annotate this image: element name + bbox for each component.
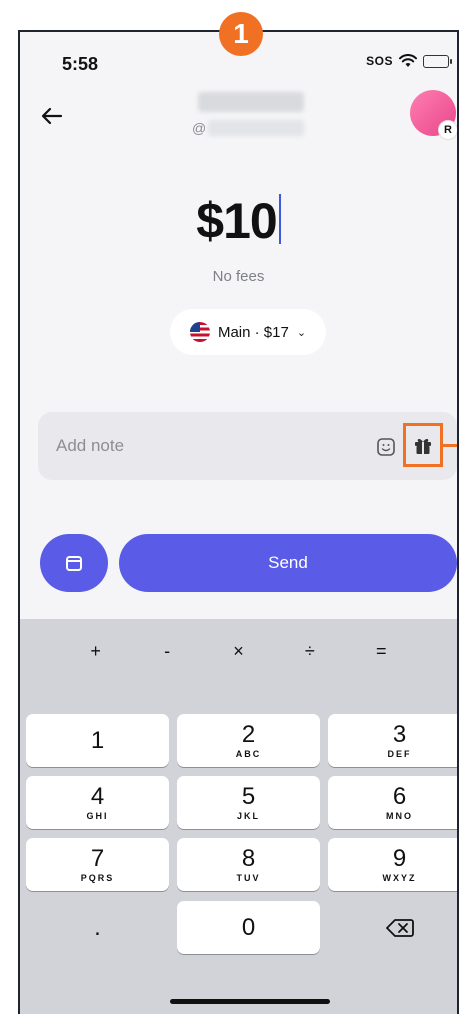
key-1[interactable]: 1 — [26, 714, 169, 767]
key-digit: 7 — [90, 845, 105, 872]
key-digit: 2 — [241, 721, 256, 748]
key-digit: 3 — [392, 721, 407, 748]
recipient-handle-prefix: @ — [192, 120, 207, 136]
key-letters: ABC — [235, 749, 262, 759]
key-letters: JKL — [236, 811, 260, 821]
home-indicator — [170, 999, 330, 1004]
us-flag-icon — [189, 322, 210, 342]
key-digit: 4 — [90, 783, 105, 810]
text-cursor — [278, 194, 281, 244]
calendar-icon — [66, 556, 82, 571]
key-2[interactable]: 2 ABC — [177, 714, 320, 767]
key-decimal[interactable]: . — [26, 901, 169, 954]
key-digit: 0 — [241, 913, 256, 941]
key-digit: 8 — [241, 845, 256, 872]
key-4[interactable]: 4 GHI — [26, 776, 169, 829]
send-button[interactable]: Send — [119, 534, 457, 592]
key-letters: PQRS — [80, 873, 115, 883]
key-3[interactable]: 3 DEF — [328, 714, 457, 767]
recipient-handle-redacted — [208, 120, 304, 136]
step-badge: 1 — [219, 12, 263, 56]
avatar-badge: R — [438, 120, 457, 140]
chevron-down-icon: ⌄ — [296, 326, 307, 339]
key-9[interactable]: 9 WXYZ — [328, 838, 457, 891]
phone-screen: 5:58 SOS @ R $10 No fees Main · $17 ⌄ Ad… — [18, 30, 459, 1014]
minus-key[interactable]: - — [147, 641, 187, 662]
key-digit: . — [94, 913, 101, 941]
key-letters: TUV — [236, 873, 261, 883]
key-digit: 5 — [241, 783, 256, 810]
sos-indicator: SOS — [366, 54, 393, 68]
account-selector[interactable]: Main · $17 ⌄ — [170, 309, 326, 355]
multiply-key[interactable]: × — [218, 641, 258, 662]
gift-icon[interactable] — [412, 434, 434, 456]
amount-value: $10 — [196, 193, 277, 249]
divide-key[interactable]: ÷ — [290, 641, 330, 662]
key-digit: 9 — [392, 845, 407, 872]
key-letters: DEF — [387, 749, 412, 759]
backspace-key[interactable] — [328, 901, 457, 954]
key-letters: GHI — [86, 811, 109, 821]
key-digit: 1 — [90, 726, 105, 754]
key-6[interactable]: 6 MNO — [328, 776, 457, 829]
numeric-keyboard: + - × ÷ = 1 2 ABC 3 DEF 4 GHI 5 JKL 6 MN… — [20, 619, 457, 1014]
key-digit: 6 — [392, 783, 407, 810]
equals-key[interactable]: = — [361, 641, 401, 662]
callout-line — [443, 444, 457, 447]
key-7[interactable]: 7 PQRS — [26, 838, 169, 891]
battery-charging-icon — [423, 54, 452, 68]
key-letters: MNO — [386, 811, 413, 821]
schedule-button[interactable] — [40, 534, 108, 592]
key-8[interactable]: 8 TUV — [177, 838, 320, 891]
page: 1 5:58 SOS @ R $10 No fees Main · $17 ⌄ … — [0, 0, 461, 1014]
recipient-name-redacted — [198, 92, 304, 112]
plus-key[interactable]: + — [76, 641, 116, 662]
note-input[interactable] — [56, 412, 346, 480]
sticker-icon[interactable] — [376, 437, 396, 457]
status-indicators: SOS — [366, 54, 452, 68]
backspace-icon — [385, 918, 414, 937]
amount-display[interactable]: $10 — [20, 192, 457, 250]
operator-row: + - × ÷ = — [20, 627, 457, 675]
back-button[interactable] — [38, 102, 66, 130]
account-label: Main · $17 — [217, 323, 289, 341]
status-time: 5:58 — [62, 54, 99, 74]
arrow-left-icon — [41, 107, 63, 125]
key-0[interactable]: 0 — [177, 901, 320, 954]
key-5[interactable]: 5 JKL — [177, 776, 320, 829]
wifi-icon — [399, 54, 417, 68]
note-field — [38, 412, 457, 480]
key-letters: WXYZ — [382, 873, 417, 883]
fees-label: No fees — [212, 268, 265, 285]
